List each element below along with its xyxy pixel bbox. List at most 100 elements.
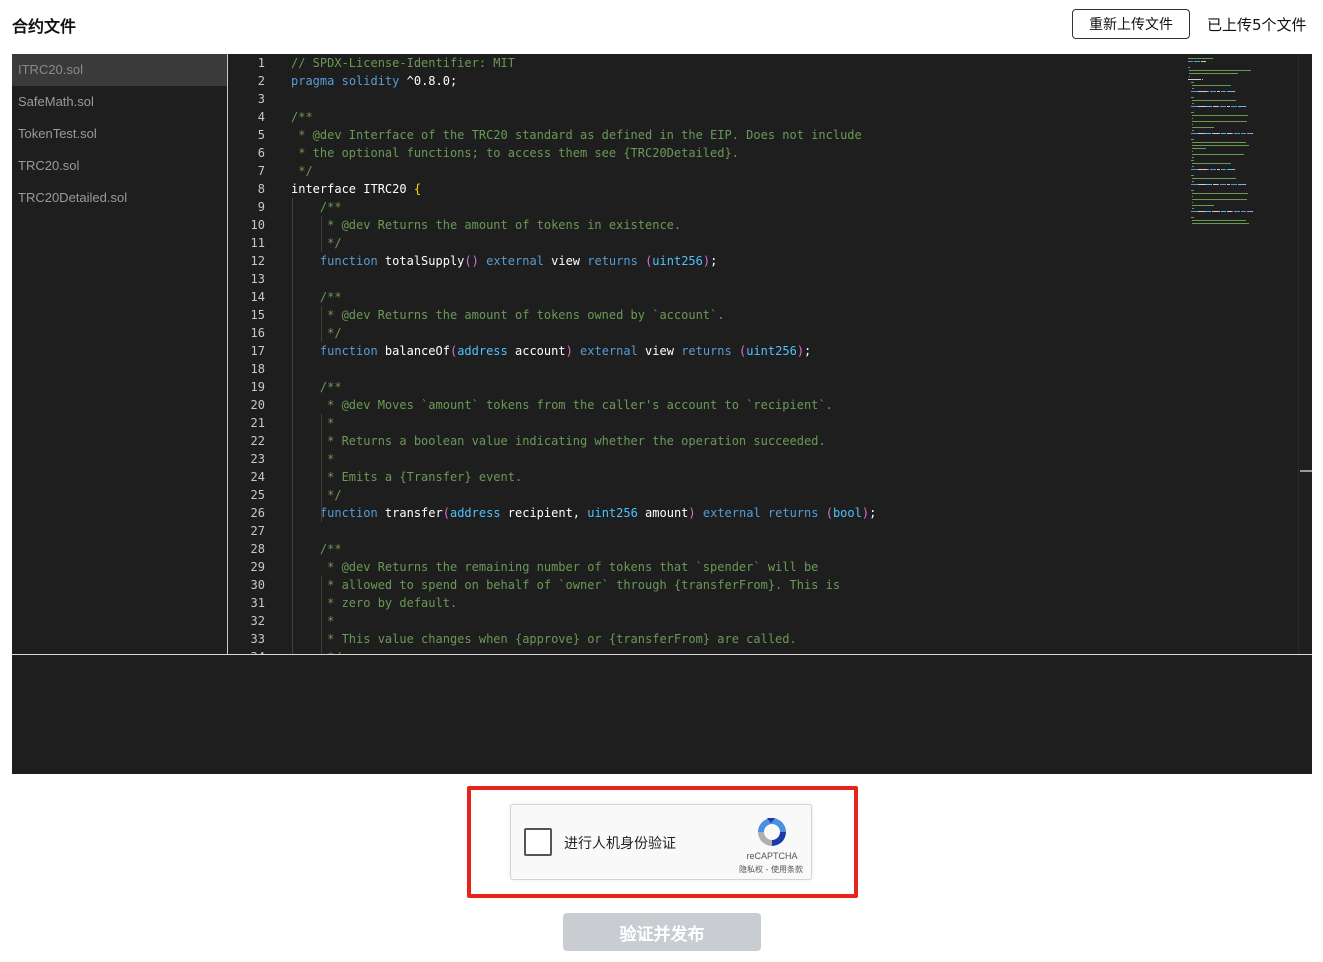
code-text: * xyxy=(291,452,335,466)
line-number: 1 xyxy=(257,56,265,70)
captcha-privacy-links[interactable]: 隐私权 - 使用条款 xyxy=(729,864,813,875)
contract-editor: ITRC20.sol SafeMath.sol TokenTest.sol TRC20… xyxy=(12,54,1312,774)
captcha-checkbox[interactable] xyxy=(524,828,552,856)
code-text: * @dev Returns the remaining number of t… xyxy=(291,560,819,574)
code-line[interactable]: 17 function balanceOf(address account) e… xyxy=(229,342,1312,360)
code-text: interface ITRC20 { xyxy=(291,182,422,196)
line-number: 16 xyxy=(250,326,265,340)
code-text: * @dev Moves `amount` tokens from the ca… xyxy=(291,398,833,412)
code-text: * This value changes when {approve} or {… xyxy=(291,632,797,646)
code-line[interactable]: 27 xyxy=(229,522,1312,540)
code-line[interactable]: 4 /** xyxy=(229,108,1312,126)
line-number: 19 xyxy=(250,380,265,394)
code-line[interactable]: 22 * Returns a boolean value indicating … xyxy=(229,432,1312,450)
line-number: 17 xyxy=(250,344,265,358)
code-text: /** xyxy=(291,200,342,214)
line-number: 33 xyxy=(250,632,265,646)
line-number: 31 xyxy=(250,596,265,610)
line-number: 12 xyxy=(250,254,265,268)
code-text: /** xyxy=(291,542,342,556)
line-number: 25 xyxy=(250,488,265,502)
line-number: 29 xyxy=(250,560,265,574)
code-line[interactable]: 24 * Emits a {Transfer} event. xyxy=(229,468,1312,486)
code-line[interactable]: 6 * the optional functions; to access th… xyxy=(229,144,1312,162)
code-text: * @dev Returns the amount of tokens owne… xyxy=(291,308,725,322)
code-text: function totalSupply() external view ret… xyxy=(319,254,718,268)
line-number: 23 xyxy=(250,452,265,466)
code-text: /** xyxy=(291,290,342,304)
file-list: ITRC20.sol SafeMath.sol TokenTest.sol TRC20… xyxy=(12,54,228,654)
code-line[interactable]: 13 xyxy=(229,270,1312,288)
code-line[interactable]: 11 */ xyxy=(229,234,1312,252)
recaptcha-icon xyxy=(758,818,786,846)
code-line[interactable]: 23 * xyxy=(229,450,1312,468)
line-number: 7 xyxy=(257,164,265,178)
code-text: * the optional functions; to access them… xyxy=(291,146,739,160)
code-line[interactable]: 12 function totalSupply() external view … xyxy=(229,252,1312,270)
line-number: 32 xyxy=(250,614,265,628)
code-line[interactable]: 28 /** xyxy=(229,540,1312,558)
code-text: */ xyxy=(291,236,342,250)
code-line[interactable]: 26 function transfer(address recipient, … xyxy=(229,504,1312,522)
line-number: 4 xyxy=(257,110,265,124)
code-line[interactable]: 18 xyxy=(229,360,1312,378)
line-number: 18 xyxy=(250,362,265,376)
code-line[interactable]: 32 * xyxy=(229,612,1312,630)
line-number: 26 xyxy=(250,506,265,520)
file-item[interactable]: ITRC20.sol xyxy=(12,54,227,86)
line-number: 5 xyxy=(257,128,265,142)
line-number: 20 xyxy=(250,398,265,412)
reupload-button[interactable]: 重新上传文件 xyxy=(1072,9,1190,39)
upload-status: 已上传5个文件 xyxy=(1207,16,1307,34)
code-line[interactable]: 20 * @dev Moves `amount` tokens from the… xyxy=(229,396,1312,414)
line-number: 14 xyxy=(250,290,265,304)
indent-guide xyxy=(321,414,322,522)
line-number: 27 xyxy=(250,524,265,538)
line-number: 10 xyxy=(250,218,265,232)
code-line[interactable]: 16 */ xyxy=(229,324,1312,342)
line-number: 22 xyxy=(250,434,265,448)
code-line[interactable]: 19 /** xyxy=(229,378,1312,396)
code-text: /** xyxy=(291,110,313,124)
code-line[interactable]: 21 * xyxy=(229,414,1312,432)
code-text: function balanceOf(address account) exte… xyxy=(319,344,812,358)
code-text: * xyxy=(291,416,335,430)
code-text: * xyxy=(291,614,335,628)
line-number: 24 xyxy=(250,470,265,484)
code-line[interactable]: 29 * @dev Returns the remaining number o… xyxy=(229,558,1312,576)
line-number: 2 xyxy=(257,74,265,88)
code-text: * zero by default. xyxy=(291,596,458,610)
line-number: 21 xyxy=(250,416,265,430)
line-number: 30 xyxy=(250,578,265,592)
verify-publish-button[interactable]: 验证并发布 xyxy=(563,913,761,951)
line-number: 8 xyxy=(257,182,265,196)
code-line[interactable]: 3 xyxy=(229,90,1312,108)
file-item[interactable]: SafeMath.sol xyxy=(12,86,227,118)
code-text: /** xyxy=(291,380,342,394)
code-line[interactable]: 10 * @dev Returns the amount of tokens i… xyxy=(229,216,1312,234)
code-line[interactable]: 15 * @dev Returns the amount of tokens o… xyxy=(229,306,1312,324)
indent-guide xyxy=(321,306,322,342)
line-number: 11 xyxy=(250,236,265,250)
file-item[interactable]: TokenTest.sol xyxy=(12,118,227,150)
code-editor[interactable]: 1 // SPDX-License-Identifier: MIT 2 pragma … xyxy=(229,54,1312,654)
line-number: 6 xyxy=(257,146,265,160)
code-text: */ xyxy=(291,164,313,178)
code-line[interactable]: 1 // SPDX-License-Identifier: MIT xyxy=(229,54,1312,72)
code-text: */ xyxy=(291,326,342,340)
code-line[interactable]: 7 */ xyxy=(229,162,1312,180)
file-item[interactable]: TRC20Detailed.sol xyxy=(12,182,227,214)
code-line[interactable]: 30 * allowed to spend on behalf of `owne… xyxy=(229,576,1312,594)
code-line[interactable]: 14 /** xyxy=(229,288,1312,306)
code-line[interactable]: 8 interface ITRC20 { xyxy=(229,180,1312,198)
code-line[interactable]: 25 */ xyxy=(229,486,1312,504)
code-text: // SPDX-License-Identifier: MIT xyxy=(291,56,515,70)
file-item[interactable]: TRC20.sol xyxy=(12,150,227,182)
captcha-brand: reCAPTCHA xyxy=(746,851,798,861)
code-line[interactable]: 2 pragma solidity ^0.8.0; xyxy=(229,72,1312,90)
code-line[interactable]: 33 * This value changes when {approve} o… xyxy=(229,630,1312,648)
recaptcha-widget: 进行人机身份验证 reCAPTCHA 隐私权 - 使用条款 xyxy=(510,804,812,880)
code-line[interactable]: 5 * @dev Interface of the TRC20 standard… xyxy=(229,126,1312,144)
code-line[interactable]: 31 * zero by default. xyxy=(229,594,1312,612)
code-line[interactable]: 9 /** xyxy=(229,198,1312,216)
